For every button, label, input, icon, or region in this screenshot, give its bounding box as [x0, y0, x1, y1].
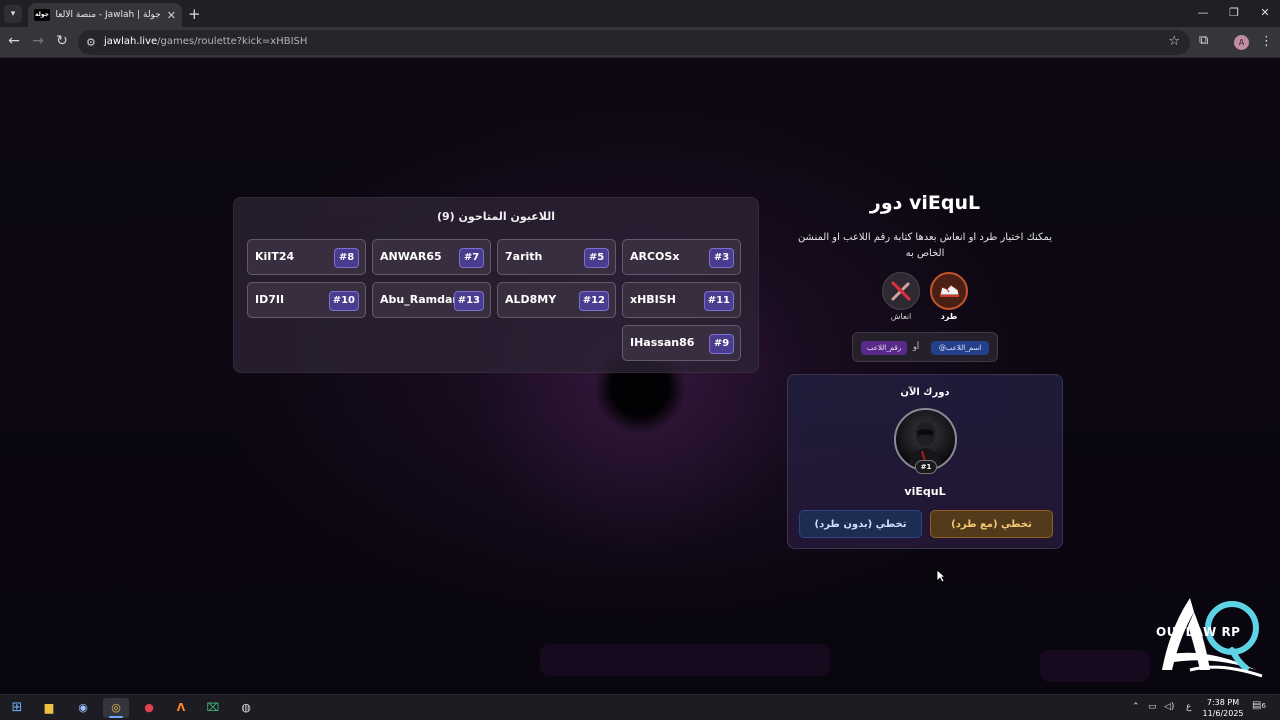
player-name: Abu_Ramdan — [380, 293, 461, 306]
player-name: ID7II — [255, 293, 285, 306]
revive-syringe-icon[interactable] — [882, 272, 920, 310]
roulette-page: اللاعبون المتاحون (9) ARCOSx #3 7arith #… — [0, 58, 1280, 694]
app-globe-icon[interactable]: ◍ — [233, 698, 259, 718]
terminal-icon[interactable]: ⌧ — [200, 698, 226, 718]
player-card[interactable]: ARCOSx #3 — [622, 239, 741, 275]
logo-text: OUTLAW RP — [1156, 625, 1241, 639]
player-name: KiIT24 — [255, 250, 295, 263]
player-number-badge: #3 — [709, 248, 734, 268]
app-red-icon[interactable]: ● — [136, 698, 162, 718]
reload-button[interactable]: ↻ — [52, 33, 72, 49]
input-language[interactable]: ع — [1186, 702, 1191, 712]
extensions-icon[interactable]: ⧉ — [1199, 33, 1208, 48]
tab-search-button[interactable]: ▾ — [4, 5, 22, 23]
windows-taskbar: ⊞ ▆ ◉ ◎ ● Λ ⌧ ◍ ⌃ ▭ ◁) ع 7:38 PM 11/6/20… — [0, 694, 1280, 720]
skip-without-kick-button[interactable]: تخطي (بدون طرد) — [799, 510, 922, 538]
outlaw-rp-logo — [1162, 598, 1263, 678]
your-turn-heading: دورك الآن — [900, 387, 950, 398]
player-number-badge: #8 — [334, 248, 359, 268]
tray-overflow-icon[interactable]: ⌃ — [1132, 702, 1140, 712]
volume-icon[interactable]: ◁) — [1164, 702, 1174, 712]
player-number-badge: #13 — [453, 291, 484, 311]
profile-avatar[interactable]: A — [1234, 35, 1249, 50]
kick-shoe-icon[interactable] — [930, 272, 968, 310]
chrome-icon[interactable]: ◎ — [103, 698, 129, 718]
browser-tab[interactable]: جولة جولة | Jawlah - منصة الألعاب الت...… — [28, 3, 182, 27]
url-text[interactable]: jawlah.live/games/roulette?kick=xHBISH — [104, 36, 307, 47]
player-name: ANWAR65 — [380, 250, 442, 263]
network-icon[interactable]: ▭ — [1148, 702, 1157, 712]
system-clock[interactable]: 7:38 PM 11/6/2025 — [1198, 697, 1248, 719]
avatar-number-badge: #1 — [915, 460, 937, 474]
mouse-cursor-icon — [936, 569, 946, 583]
player-name: ARCOSx — [630, 250, 680, 263]
player-card[interactable]: IHassan86 #9 — [622, 325, 741, 361]
player-number-badge: #9 — [709, 334, 734, 354]
tab-strip: ▾ جولة جولة | Jawlah - منصة الألعاب الت.… — [0, 0, 1280, 27]
forward-button[interactable]: → — [28, 33, 48, 49]
player-card[interactable]: xHBISH #11 — [622, 282, 741, 318]
available-players-panel: اللاعبون المتاحون (9) ARCOSx #3 7arith #… — [233, 197, 759, 373]
player-card[interactable]: 7arith #5 — [497, 239, 616, 275]
address-bar[interactable]: ⚙ jawlah.live/games/roulette?kick=xHBISH… — [78, 30, 1190, 55]
notification-count: 6 — [1261, 702, 1266, 710]
turn-title: دور viEquL — [869, 192, 981, 214]
players-panel-title: اللاعبون المتاحون (9) — [436, 210, 556, 223]
clock-date: 11/6/2025 — [1202, 709, 1244, 718]
player-card[interactable]: Abu_Ramdan #13 — [372, 282, 491, 318]
player-number-badge: #10 — [328, 291, 359, 311]
tab-favicon: جولة — [34, 9, 50, 21]
player-name: 7arith — [505, 250, 543, 263]
kick-action[interactable]: طرد — [929, 272, 969, 321]
player-name: ALD8MY — [505, 293, 557, 306]
current-turn-panel: دورك الآن #1 viEquL تخطي (مع طرد) تخطي (… — [787, 374, 1063, 549]
player-mention-pill: @اسم_اللاعب — [931, 341, 989, 355]
player-card[interactable]: ID7II #10 — [247, 282, 366, 318]
tab-title: جولة | Jawlah - منصة الألعاب الت... — [56, 10, 161, 20]
windows-start-icon[interactable]: ⊞ — [4, 698, 30, 718]
player-card[interactable]: ALD8MY #12 — [497, 282, 616, 318]
background-strip — [540, 644, 830, 676]
url-path: /games/roulette?kick=xHBISH — [157, 36, 308, 47]
minimize-button[interactable]: — — [1188, 6, 1218, 19]
player-number-badge: #12 — [578, 291, 609, 311]
new-tab-button[interactable]: + — [188, 5, 201, 23]
tab-close-icon[interactable]: ✕ — [167, 9, 176, 22]
player-number-badge: #5 — [584, 248, 609, 268]
notification-center-icon[interactable]: ▤6 — [1252, 700, 1268, 714]
skip-with-kick-button[interactable]: تخطي (مع طرد) — [930, 510, 1053, 538]
browser-menu-icon[interactable]: ⋮ — [1260, 34, 1273, 49]
background-strip — [1040, 650, 1150, 682]
turn-instructions: يمكنك اختيار طرد او انعاش بعدها كتابة رق… — [797, 232, 1053, 259]
current-player-name: viEquL — [904, 485, 946, 498]
close-window-button[interactable]: ✕ — [1250, 6, 1280, 19]
player-number-badge: #11 — [703, 291, 734, 311]
app-a-icon[interactable]: Λ — [168, 698, 194, 718]
hint-or-text: أو — [913, 342, 920, 351]
player-name: IHassan86 — [630, 336, 695, 349]
revive-label: انعاش — [890, 312, 912, 321]
discord-chrome-icon[interactable]: ◉ — [70, 698, 96, 718]
active-indicator — [109, 716, 123, 718]
file-explorer-icon[interactable]: ▆ — [36, 698, 62, 718]
kick-label: طرد — [940, 312, 958, 321]
player-number-pill: رقم_اللاعب — [861, 341, 907, 355]
url-host: jawlah.live — [104, 36, 158, 47]
back-button[interactable]: ← — [4, 33, 24, 49]
restore-button[interactable]: ❐ — [1219, 6, 1249, 19]
player-card[interactable]: KiIT24 #8 — [247, 239, 366, 275]
input-hint-box: @اسم_اللاعب أو رقم_اللاعب — [852, 332, 998, 362]
player-number-badge: #7 — [459, 248, 484, 268]
site-info-icon[interactable]: ⚙ — [86, 36, 96, 49]
player-name: xHBISH — [630, 293, 676, 306]
browser-toolbar: ← → ↻ ⚙ jawlah.live/games/roulette?kick=… — [0, 27, 1280, 58]
bookmark-star-icon[interactable]: ☆ — [1168, 34, 1180, 49]
clock-time: 7:38 PM — [1206, 698, 1240, 707]
revive-action[interactable]: انعاش — [881, 272, 921, 321]
player-card[interactable]: ANWAR65 #7 — [372, 239, 491, 275]
